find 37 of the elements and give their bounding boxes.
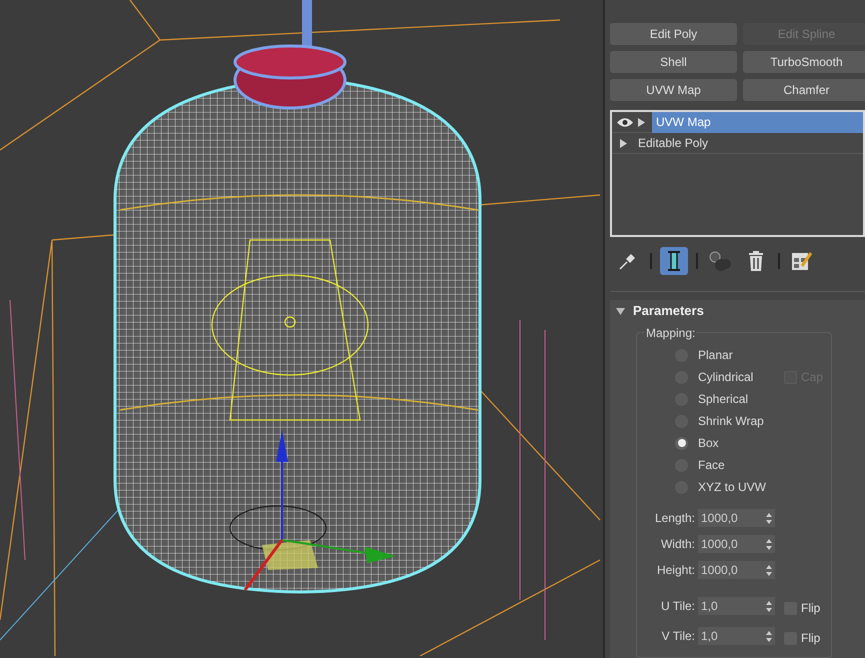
- modifier-button[interactable]: Shell: [610, 51, 737, 73]
- radio-label[interactable]: XYZ to UVW: [698, 478, 774, 496]
- checkbox-label[interactable]: Flip: [801, 629, 820, 647]
- radio-label[interactable]: Planar: [698, 346, 774, 364]
- field-label: Height:: [656, 562, 695, 579]
- spinner-arrows-icon[interactable]: [766, 600, 772, 612]
- radio-label[interactable]: Face: [698, 456, 774, 474]
- radio-label[interactable]: Cylindrical: [698, 368, 774, 386]
- show-end-result-icon[interactable]: [660, 247, 688, 275]
- spinner-arrows-icon[interactable]: [766, 630, 772, 642]
- spinner-arrows-icon[interactable]: [766, 564, 772, 576]
- spinner-field[interactable]: 1000,0: [698, 509, 775, 527]
- radio-label[interactable]: Box: [698, 434, 774, 452]
- expand-caret-icon[interactable]: [638, 118, 645, 126]
- radio-label[interactable]: Spherical: [698, 390, 774, 408]
- modifier-stack-item[interactable]: Editable Poly: [634, 132, 863, 154]
- rollout-caret-icon[interactable]: [616, 308, 625, 314]
- spinner-field[interactable]: 1,0: [698, 627, 775, 645]
- rollout-title[interactable]: Parameters: [633, 301, 704, 321]
- modifier-button[interactable]: UVW Map: [610, 79, 737, 101]
- field-label: V Tile:: [660, 628, 695, 645]
- spinner-arrows-icon[interactable]: [766, 512, 772, 524]
- expand-caret-icon[interactable]: [620, 138, 627, 148]
- spinner-field[interactable]: 1,0: [698, 597, 775, 615]
- spinner-field[interactable]: 1000,0: [698, 535, 775, 553]
- field-label: Width:: [660, 536, 695, 553]
- modifier-button[interactable]: TurboSmooth: [743, 51, 865, 73]
- spinner-field[interactable]: 1000,0: [698, 561, 775, 579]
- modifier-stack-item[interactable]: UVW Map: [652, 112, 863, 132]
- modifier-button[interactable]: Chamfer: [743, 79, 865, 101]
- modifier-button[interactable]: Edit Poly: [610, 23, 737, 45]
- radio-label[interactable]: Shrink Wrap: [698, 412, 774, 430]
- field-label: U Tile:: [660, 598, 695, 615]
- radio-button[interactable]: [675, 436, 688, 450]
- field-label: Length:: [654, 510, 695, 527]
- spinner-arrows-icon[interactable]: [766, 538, 772, 550]
- checkbox-label[interactable]: Flip: [801, 599, 820, 617]
